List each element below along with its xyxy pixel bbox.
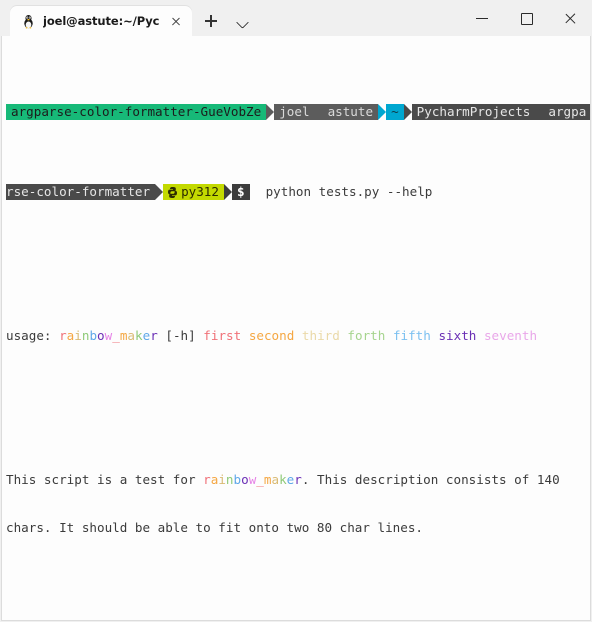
prompt-separator bbox=[266, 104, 275, 120]
description-text-b: . This description consists of 140 bbox=[301, 472, 560, 487]
prompt-separator bbox=[403, 104, 412, 120]
prompt-segment-host: astute bbox=[322, 104, 379, 120]
maximize-button[interactable] bbox=[504, 0, 548, 36]
usage-label: usage: bbox=[6, 328, 60, 343]
usage-program-name: rainbow_maker bbox=[59, 328, 158, 343]
rainbow-char: i bbox=[74, 328, 82, 343]
usage-h-flag: [-h] bbox=[157, 328, 204, 343]
tab-menu-chevron-down-icon[interactable] bbox=[230, 8, 256, 34]
prompt-separator-thin bbox=[535, 104, 544, 120]
prompt-separator-end bbox=[249, 184, 258, 200]
terminal-window: joel@astute:~/PycharmProjec argparse-col… bbox=[0, 0, 592, 622]
prompt-command: python tests.py --help bbox=[265, 184, 433, 199]
prompt-segment-dollar: $ bbox=[231, 184, 250, 200]
new-tab-button[interactable] bbox=[198, 8, 224, 34]
rainbow-char: n bbox=[225, 472, 234, 487]
rainbow-char: _ bbox=[256, 472, 264, 487]
rainbow-char: o bbox=[241, 472, 249, 487]
window-controls bbox=[460, 0, 592, 36]
prompt-separator bbox=[155, 184, 164, 200]
prompt-segment-dir2-wrap: rse-color-formatter bbox=[6, 184, 156, 200]
rainbow-char: _ bbox=[112, 328, 120, 343]
rainbow-char: o bbox=[97, 328, 105, 343]
rainbow-char: r bbox=[203, 472, 211, 487]
rainbow-char: b bbox=[233, 472, 242, 487]
description-text-a: This script is a test for bbox=[6, 472, 204, 487]
rainbow-char: r bbox=[59, 328, 67, 343]
usage-arg-first: first bbox=[203, 328, 242, 343]
usage-arg-list: first second third forth fifth sixth sev… bbox=[203, 328, 537, 343]
rainbow-char: k bbox=[279, 472, 287, 487]
tab-close-icon[interactable] bbox=[167, 12, 185, 30]
usage-arg-seventh: seventh bbox=[483, 328, 538, 343]
rainbow-char: k bbox=[135, 328, 143, 343]
usage-arg-forth: forth bbox=[347, 328, 386, 343]
tab-terminal[interactable]: joel@astute:~/PycharmProjec bbox=[10, 6, 192, 36]
prompt-separator bbox=[378, 104, 387, 120]
tab-title: joel@astute:~/PycharmProjec bbox=[43, 14, 160, 28]
prompt-segment-repo: argparse-color-formatter-GueVobZe bbox=[6, 104, 267, 120]
terminal-screen: argparse-color-formatter-GueVobZe joel a… bbox=[2, 38, 590, 620]
description-line-2: chars. It should be able to fit onto two… bbox=[6, 520, 424, 535]
minimize-button[interactable] bbox=[460, 0, 504, 36]
prompt-line-wrap: rse-color-formatter py312 $ python tests… bbox=[6, 184, 590, 200]
tab-strip: joel@astute:~/PycharmProjec bbox=[0, 0, 256, 36]
prompt-separator bbox=[223, 184, 232, 200]
prompt-segment-user: joel bbox=[274, 104, 315, 120]
prompt-segment-venv: py312 bbox=[163, 184, 224, 200]
rainbow-char: a bbox=[127, 328, 136, 343]
prompt-segment-home: ~ bbox=[386, 104, 404, 120]
terminal-scrollbar[interactable] bbox=[583, 38, 589, 134]
title-bar: joel@astute:~/PycharmProjec bbox=[0, 0, 592, 36]
rainbow-char: r bbox=[294, 472, 302, 487]
description-line-1: This script is a test for rainbow_maker.… bbox=[6, 472, 590, 488]
prompt-venv-label: py312 bbox=[181, 184, 219, 199]
tux-icon bbox=[24, 14, 33, 29]
rainbow-char: r bbox=[150, 328, 158, 343]
usage-arg-second: second bbox=[248, 328, 295, 343]
prompt-separator-thin bbox=[314, 104, 323, 120]
usage-arg-sixth: sixth bbox=[438, 328, 477, 343]
rainbow-char: i bbox=[218, 472, 226, 487]
rainbow-char: a bbox=[271, 472, 280, 487]
prompt-line-top: argparse-color-formatter-GueVobZe joel a… bbox=[6, 104, 590, 120]
prompt-segment-dir1: PycharmProjects bbox=[411, 104, 536, 120]
usage-arg-third: third bbox=[301, 328, 340, 343]
description-program-name: rainbow_maker bbox=[203, 472, 302, 487]
python-icon bbox=[168, 186, 178, 198]
usage-line: usage: rainbow_maker [-h] first second t… bbox=[6, 328, 590, 344]
window-close-button[interactable] bbox=[548, 0, 592, 36]
usage-arg-fifth: fifth bbox=[392, 328, 431, 343]
terminal-body[interactable]: argparse-color-formatter-GueVobZe joel a… bbox=[1, 36, 591, 621]
rainbow-char: b bbox=[89, 328, 98, 343]
